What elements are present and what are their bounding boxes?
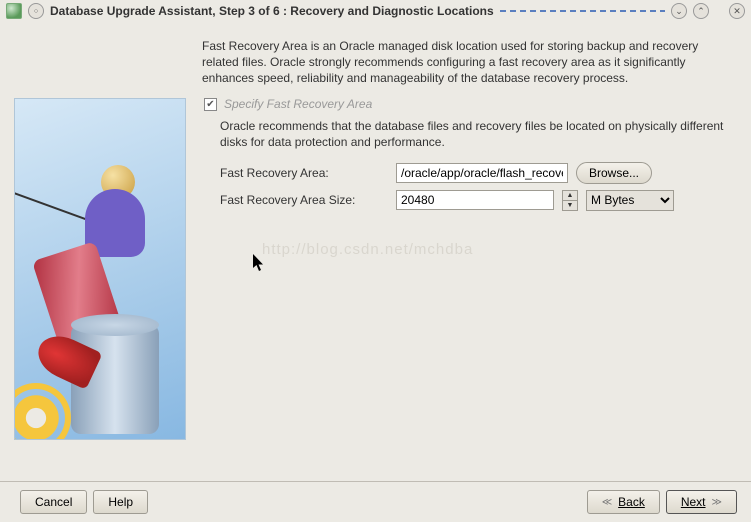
back-button-label: Back xyxy=(618,495,645,509)
spinner-up-icon[interactable]: ▲ xyxy=(563,191,577,201)
wizard-window: ○ Database Upgrade Assistant, Step 3 of … xyxy=(0,0,751,522)
cancel-button[interactable]: Cancel xyxy=(20,490,87,514)
next-button[interactable]: Next ≫ xyxy=(666,490,737,514)
fra-path-label: Fast Recovery Area: xyxy=(220,166,388,180)
pin-icon[interactable]: ○ xyxy=(28,3,44,19)
watermark-text: http://blog.csdn.net/mchdba xyxy=(262,241,737,258)
app-icon xyxy=(6,3,22,19)
specify-fra-label: Specify Fast Recovery Area xyxy=(224,97,372,111)
size-spinner[interactable]: ▲▼ xyxy=(562,190,578,211)
footer-bar: Cancel Help ≪ Back Next ≫ xyxy=(0,482,751,522)
window-title: Database Upgrade Assistant, Step 3 of 6 … xyxy=(50,4,494,18)
wizard-image-column xyxy=(14,38,184,481)
next-button-label: Next xyxy=(681,495,706,509)
specify-fra-checkbox[interactable] xyxy=(204,98,217,111)
minimize-button[interactable]: ⌄ xyxy=(671,3,687,19)
fra-path-input[interactable] xyxy=(396,163,568,183)
close-button[interactable]: ✕ xyxy=(729,3,745,19)
unit-select[interactable]: M Bytes xyxy=(586,190,674,211)
fra-size-input[interactable] xyxy=(396,190,554,210)
back-button[interactable]: ≪ Back xyxy=(587,490,660,514)
chevron-right-icon: ≫ xyxy=(712,497,722,508)
chevron-left-icon: ≪ xyxy=(602,497,612,508)
help-button[interactable]: Help xyxy=(93,490,148,514)
main-column: Fast Recovery Area is an Oracle managed … xyxy=(202,38,737,481)
maximize-button[interactable]: ⌃ xyxy=(693,3,709,19)
browse-button[interactable]: Browse... xyxy=(576,162,652,184)
title-bar: ○ Database Upgrade Assistant, Step 3 of … xyxy=(0,0,751,23)
sub-info-text: Oracle recommends that the database file… xyxy=(220,118,737,150)
wizard-illustration xyxy=(14,98,186,440)
spinner-down-icon[interactable]: ▼ xyxy=(563,201,577,210)
title-decor xyxy=(500,10,665,12)
fra-size-label: Fast Recovery Area Size: xyxy=(220,193,388,207)
content-area: Fast Recovery Area is an Oracle managed … xyxy=(0,22,751,482)
intro-text: Fast Recovery Area is an Oracle managed … xyxy=(202,38,737,87)
